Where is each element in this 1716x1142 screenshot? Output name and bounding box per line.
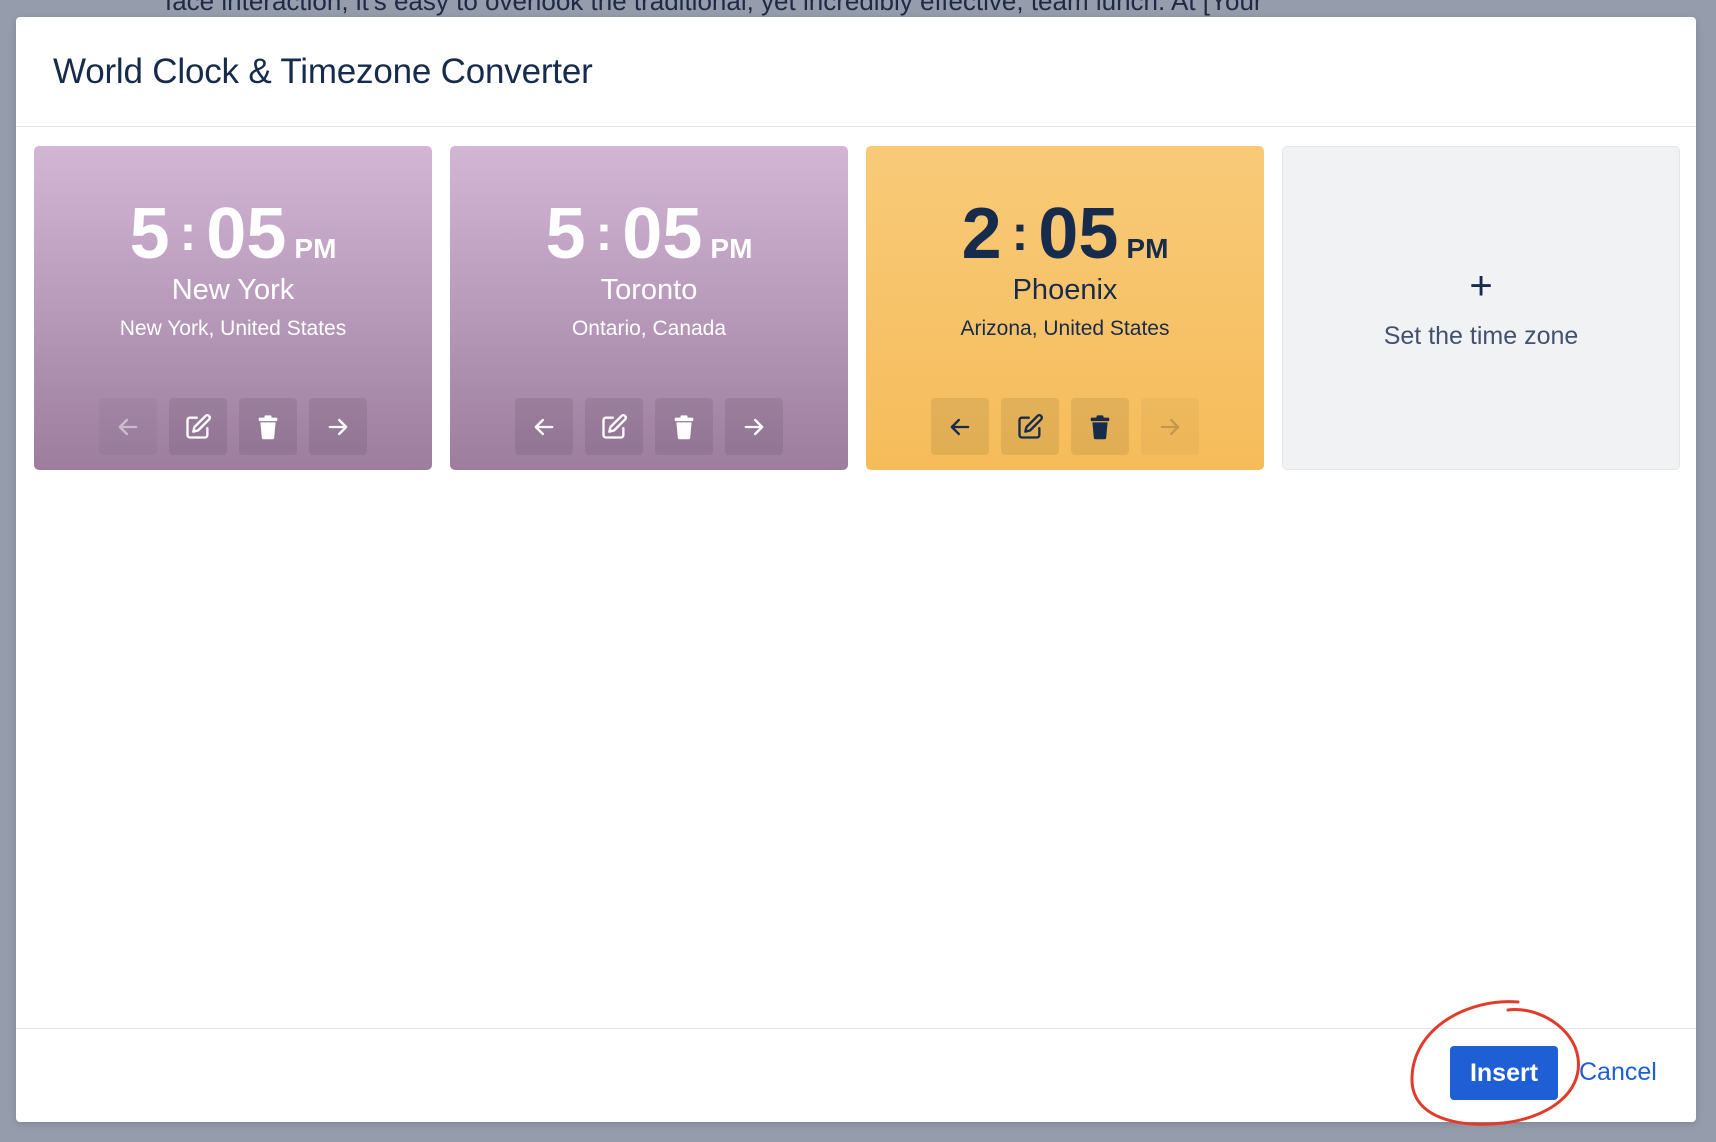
edit-icon bbox=[186, 413, 211, 439]
clock-city: Toronto bbox=[600, 274, 698, 306]
delete-button[interactable] bbox=[1071, 398, 1129, 455]
trash-icon bbox=[674, 414, 694, 439]
clock-ampm: PM bbox=[1126, 233, 1169, 264]
clock-region: Ontario, Canada bbox=[571, 317, 727, 340]
clock-time: 5 : 05 PM bbox=[34, 198, 432, 270]
cancel-button[interactable]: Cancel bbox=[1579, 1058, 1657, 1087]
arrow-left-icon bbox=[118, 418, 138, 435]
move-right-button[interactable] bbox=[309, 398, 367, 455]
move-left-button[interactable] bbox=[931, 398, 989, 455]
clock-actions bbox=[866, 398, 1264, 455]
clock-minutes: 05 bbox=[622, 194, 703, 274]
edit-icon bbox=[1018, 413, 1043, 439]
modal-title: World Clock & Timezone Converter bbox=[53, 51, 593, 91]
arrow-right-icon bbox=[744, 418, 764, 435]
clock-hours: 5 bbox=[545, 194, 586, 274]
arrow-right-icon bbox=[328, 418, 348, 435]
set-time-zone-label: Set the time zone bbox=[1383, 321, 1579, 350]
clock-colon: : bbox=[1011, 205, 1029, 261]
clock-minutes: 05 bbox=[206, 194, 287, 274]
world-clock-modal: World Clock & Timezone Converter 5 : 05 … bbox=[16, 17, 1696, 1122]
clock-actions bbox=[450, 398, 848, 455]
insert-button[interactable]: Insert bbox=[1450, 1046, 1558, 1100]
edit-button[interactable] bbox=[585, 398, 643, 455]
clock-ampm: PM bbox=[294, 233, 337, 264]
clock-region: New York, United States bbox=[119, 317, 347, 340]
clock-card-phoenix: 2 : 05 PM Phoenix Arizona, United States bbox=[866, 146, 1264, 470]
modal-footer: Insert Cancel bbox=[16, 1028, 1696, 1122]
clock-card-toronto: 5 : 05 PM Toronto Ontario, Canada bbox=[450, 146, 848, 470]
clock-time: 5 : 05 PM bbox=[450, 198, 848, 270]
delete-button[interactable] bbox=[239, 398, 297, 455]
background-document-text: face interaction, it's easy to overlook … bbox=[165, 0, 1263, 16]
clock-minutes: 05 bbox=[1038, 194, 1119, 274]
arrow-right-icon bbox=[1160, 418, 1180, 435]
move-right-button[interactable] bbox=[1141, 398, 1199, 455]
clock-region: Arizona, United States bbox=[960, 317, 1170, 340]
clock-time: 2 : 05 PM bbox=[866, 198, 1264, 270]
move-left-button[interactable] bbox=[515, 398, 573, 455]
clock-ampm: PM bbox=[710, 233, 753, 264]
set-time-zone-card[interactable]: + Set the time zone bbox=[1282, 146, 1680, 470]
clock-city: New York bbox=[171, 274, 295, 306]
clock-hours: 5 bbox=[129, 194, 170, 274]
edit-button[interactable] bbox=[1001, 398, 1059, 455]
clock-colon: : bbox=[179, 205, 197, 261]
delete-button[interactable] bbox=[655, 398, 713, 455]
modal-header: World Clock & Timezone Converter bbox=[16, 17, 1696, 127]
clock-actions bbox=[34, 398, 432, 455]
clock-hours: 2 bbox=[961, 194, 1002, 274]
move-left-button[interactable] bbox=[99, 398, 157, 455]
trash-icon bbox=[258, 414, 278, 439]
trash-icon bbox=[1090, 414, 1110, 439]
clock-colon: : bbox=[595, 205, 613, 261]
edit-icon bbox=[602, 413, 627, 439]
edit-button[interactable] bbox=[169, 398, 227, 455]
clock-card-new-york: 5 : 05 PM New York New York, United Stat… bbox=[34, 146, 432, 470]
arrow-left-icon bbox=[534, 418, 554, 435]
plus-icon: + bbox=[1469, 263, 1493, 308]
move-right-button[interactable] bbox=[725, 398, 783, 455]
arrow-left-icon bbox=[950, 418, 970, 435]
clock-cards: 5 : 05 PM New York New York, United Stat… bbox=[34, 146, 1680, 470]
clock-city: Phoenix bbox=[1012, 274, 1118, 306]
